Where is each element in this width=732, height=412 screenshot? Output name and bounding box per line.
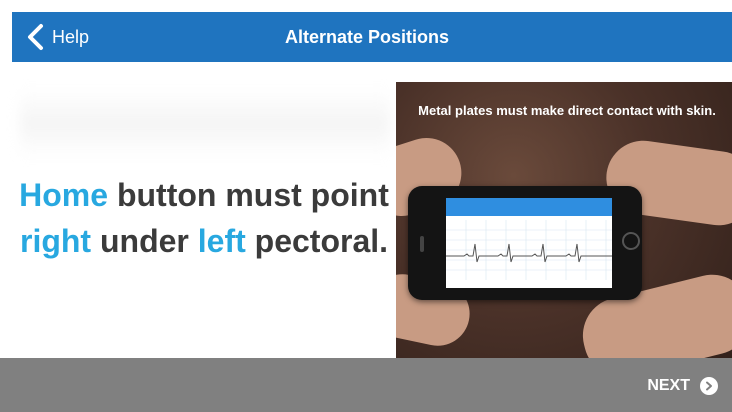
instruction-text: Home button must point right under left … [14,172,394,264]
phone-home-button [622,232,640,250]
phone-device [408,186,642,300]
instruction-part-1: button must point [108,177,389,213]
footer-bar [0,358,732,412]
background-ghost-text [20,88,390,158]
instruction-right: right [19,223,92,259]
instruction-part-5: pectoral. [245,223,389,259]
instruction-home: Home [19,177,109,213]
ecg-trace [446,220,612,280]
phone-screen [446,198,612,288]
app-header: Help Alternate Positions [0,0,732,64]
header-bar: Help Alternate Positions [12,12,732,62]
photo-caption: Metal plates must make direct contact wi… [418,103,716,118]
instruction-left: left [197,223,246,259]
phone-app-bar [446,198,612,216]
phone-speaker [420,236,424,252]
next-button[interactable]: NEXT [647,374,718,398]
page-title: Alternate Positions [284,26,450,47]
instruction-part-3: under [91,223,198,259]
chevron-right-circle-icon [700,377,718,395]
placement-photo: Metal plates must make direct contact wi… [396,82,732,394]
next-label: NEXT [647,377,690,394]
